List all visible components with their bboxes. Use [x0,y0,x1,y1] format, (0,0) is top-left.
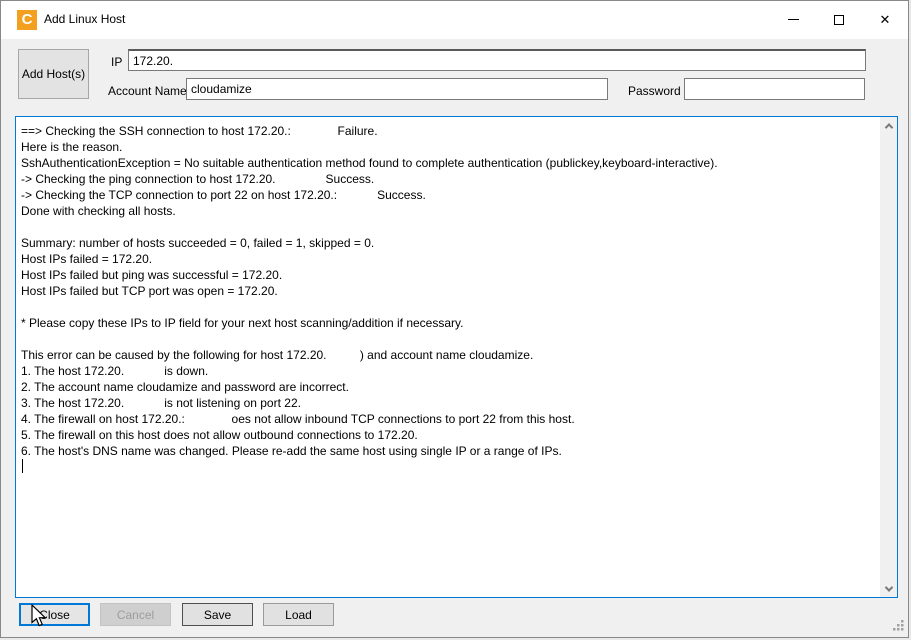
log-line: 5. The firewall on this host does not al… [21,427,878,443]
log-line: 2. The account name cloudamize and passw… [21,379,878,395]
log-line: * Please copy these IPs to IP field for … [21,315,878,331]
log-line: Done with checking all hosts. [21,203,878,219]
log-line: 4. The firewall on host 172.20.: oes not… [21,411,878,427]
log-line [21,331,878,347]
scroll-up-button[interactable] [880,117,897,134]
load-button[interactable]: Load [263,603,334,626]
close-icon: ✕ [880,12,891,28]
log-output-textbox[interactable]: ==> Checking the SSH connection to host … [15,116,898,598]
console-log: ==> Checking the SSH connection to host … [16,117,880,597]
log-line: -> Checking the TCP connection to port 2… [21,187,878,203]
close-button[interactable]: Close [19,603,90,626]
log-line: Host IPs failed but TCP port was open = … [21,283,878,299]
minimize-button[interactable] [770,1,816,38]
account-name-label: Account Name [108,84,187,98]
log-line: Here is the reason. [21,139,878,155]
log-line [21,299,878,315]
log-line: ==> Checking the SSH connection to host … [21,123,878,139]
vertical-scrollbar[interactable] [880,117,897,597]
chevron-down-icon [884,583,892,591]
text-caret [22,459,23,473]
log-line [21,219,878,235]
log-line: This error can be caused by the followin… [21,347,878,363]
cloudamize-logo-icon: C [17,10,37,30]
resize-grip[interactable] [892,619,905,632]
cancel-button[interactable]: Cancel [100,603,171,626]
log-line [21,459,878,475]
window-title: Add Linux Host [44,12,125,26]
titlebar[interactable]: C Add Linux Host ✕ [1,1,908,39]
log-line: 1. The host 172.20. is down. [21,363,878,379]
password-label: Password [628,84,681,98]
log-line: SshAuthenticationException = No suitable… [21,155,878,171]
log-line: 3. The host 172.20. is not listening on … [21,395,878,411]
log-line: Summary: number of hosts succeeded = 0, … [21,235,878,251]
ip-input[interactable] [128,49,866,71]
log-line: 6. The host's DNS name was changed. Plea… [21,443,878,459]
log-line: Host IPs failed = 172.20. [21,251,878,267]
scroll-down-button[interactable] [880,580,897,597]
ip-label: IP [111,55,122,69]
log-line: -> Checking the ping connection to host … [21,171,878,187]
add-hosts-button[interactable]: Add Host(s) [18,49,89,99]
log-line: Host IPs failed but ping was successful … [21,267,878,283]
chevron-up-icon [884,123,892,131]
minimize-icon [788,19,799,20]
add-linux-host-dialog: C Add Linux Host ✕ Add Host(s) IP Accoun… [0,0,909,638]
close-window-button[interactable]: ✕ [862,1,908,38]
maximize-button[interactable] [816,1,862,38]
maximize-icon [834,15,844,25]
save-button[interactable]: Save [182,603,253,626]
password-input[interactable] [684,78,865,100]
account-name-input[interactable] [186,78,608,100]
